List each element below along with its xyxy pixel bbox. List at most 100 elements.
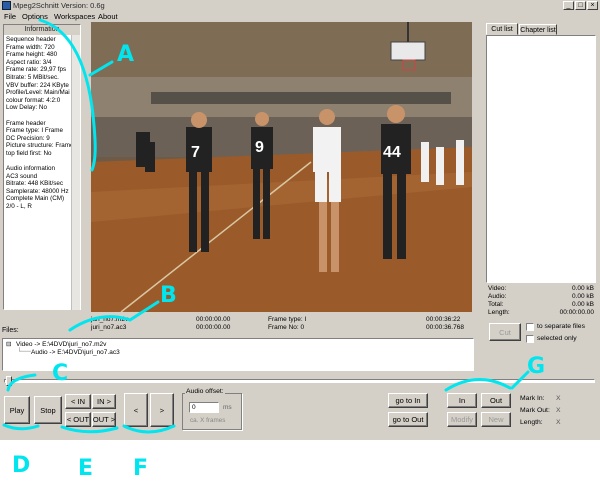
stat-value: 0.00 kB xyxy=(571,293,594,300)
video-preview: 7 9 44 xyxy=(91,22,472,312)
close-button[interactable]: × xyxy=(587,1,598,10)
prev-in-button[interactable]: < IN xyxy=(65,394,91,409)
stat-label: Length: xyxy=(488,309,510,316)
mark-row: Mark In: X xyxy=(520,393,580,405)
next-out-button[interactable]: OUT > xyxy=(92,412,116,427)
maximize-button[interactable]: □ xyxy=(575,1,586,10)
app-icon xyxy=(2,1,11,10)
mark-value: X xyxy=(556,395,561,402)
information-text: Sequence header Frame width: 720 Frame h… xyxy=(6,36,72,211)
set-in-button[interactable]: In xyxy=(447,393,477,408)
selected-only-checkbox[interactable] xyxy=(526,335,534,343)
info-line: Samplerate: 48000 Hz xyxy=(6,187,69,195)
stat-label: Video: xyxy=(488,285,507,292)
mark-label: Mark Out: xyxy=(520,407,550,414)
file-tree[interactable]: ⊟ Video -> E:\4DVD\juri_no7.m2v └── Audi… xyxy=(2,338,474,371)
stat-row: Video: 0.00 kB xyxy=(486,285,596,293)
go-to-out-button[interactable]: go to Out xyxy=(388,412,428,427)
info-line: Frame width: 720 xyxy=(6,43,55,51)
info-line: DC Precision: 9 xyxy=(6,134,50,142)
play-button[interactable]: Play xyxy=(4,396,30,424)
separate-files-checkbox[interactable] xyxy=(526,323,534,331)
new-button[interactable]: New xyxy=(481,412,511,427)
info-line: Frame type: I Frame xyxy=(6,127,64,135)
current-time: 00:00:00.00 xyxy=(196,316,231,323)
go-to-in-button[interactable]: go to In xyxy=(388,393,428,408)
total-length: 00:00:36:22 xyxy=(426,316,461,323)
frame-type: Frame type: I xyxy=(268,316,307,323)
info-line: Aspect ratio: 3/4 xyxy=(6,58,52,66)
menu-file[interactable]: File xyxy=(4,11,16,23)
audio-offset-unit: ms xyxy=(223,404,232,411)
info-line: 2/0 - L, R xyxy=(6,203,32,211)
info-line: Complete Main (CM) xyxy=(6,195,65,203)
info-line: top field first: No xyxy=(6,149,52,157)
video-filename: juri_no7.m2v xyxy=(91,316,129,323)
tree-connector-icon: └── xyxy=(17,348,31,355)
stop-button[interactable]: Stop xyxy=(34,396,62,424)
slider-track[interactable] xyxy=(4,379,595,383)
svg-text:9: 9 xyxy=(255,139,264,156)
stat-value: 0.00 kB xyxy=(571,285,594,292)
annotation-b: B xyxy=(160,283,177,308)
separate-files-label: to separate files xyxy=(537,323,585,330)
window-title: Mpeg2Schnitt Version: 0.6g xyxy=(13,1,105,10)
tree-expand-icon[interactable]: ⊟ xyxy=(6,340,11,349)
menu-options[interactable]: Options xyxy=(22,11,48,23)
cut-list-panel: Cut list Chapter list xyxy=(484,22,597,284)
info-line xyxy=(6,158,72,166)
information-panel: Information Sequence header Frame width:… xyxy=(3,24,81,310)
menu-workspaces[interactable]: Workspaces xyxy=(54,11,95,23)
cut-list[interactable] xyxy=(486,35,596,283)
stat-row: Length: 00:00:00.00 xyxy=(486,309,596,317)
total-length-2: 00:00:36.768 xyxy=(426,324,464,331)
prev-out-button[interactable]: < OUT xyxy=(65,412,91,427)
step-back-button[interactable]: < xyxy=(124,393,148,427)
mark-label: Mark In: xyxy=(520,395,545,402)
info-line: Low Delay: No xyxy=(6,104,47,112)
file-entry-audio[interactable]: Audio -> E:\4DVD\juri_no7.ac3 xyxy=(31,348,120,357)
video-frame-image: 7 9 44 xyxy=(91,22,472,312)
minimize-button[interactable]: _ xyxy=(563,1,574,10)
tab-chapter-list[interactable]: Chapter list xyxy=(519,24,557,35)
modify-button[interactable]: Modify xyxy=(447,412,477,427)
info-line: Picture structure: Frame xyxy=(6,142,72,150)
svg-text:7: 7 xyxy=(191,144,200,161)
audio-offset-input[interactable]: 0 xyxy=(189,402,219,413)
step-forward-button[interactable]: > xyxy=(150,393,174,427)
stat-value: 00:00:00.00 xyxy=(559,309,594,316)
mark-info: Mark In: X Mark Out: X Length: X xyxy=(520,393,580,429)
stat-label: Total: xyxy=(488,301,504,308)
size-stats: Video: 0.00 kB Audio: 0.00 kB Total: 0.00 k… xyxy=(486,285,596,317)
annotation-c: C xyxy=(52,361,69,386)
selected-only-label: selected only xyxy=(537,335,577,342)
position-slider[interactable] xyxy=(4,376,595,386)
info-line: AC3 sound xyxy=(6,172,38,180)
slider-thumb[interactable] xyxy=(6,376,12,386)
app-window: Mpeg2Schnitt Version: 0.6g _ □ × File Op… xyxy=(0,0,600,440)
mark-value: X xyxy=(556,419,561,426)
info-line: Bitrate: 5 MBit/sec. xyxy=(6,73,59,81)
set-out-button[interactable]: Out xyxy=(481,393,511,408)
info-scrollbar[interactable] xyxy=(71,35,80,310)
next-in-button[interactable]: IN > xyxy=(92,394,116,409)
svg-text:44: 44 xyxy=(383,144,401,161)
info-line: Sequence header xyxy=(6,36,56,43)
mark-value: X xyxy=(556,407,561,414)
mark-label: Length: xyxy=(520,419,543,426)
frame-number: Frame No: 0 xyxy=(268,324,305,331)
cut-button[interactable]: Cut xyxy=(489,323,521,341)
info-line: Bitrate: 448 KBit/sec xyxy=(6,180,64,188)
stat-label: Audio: xyxy=(488,293,507,300)
info-line xyxy=(6,112,72,120)
info-line: Frame header xyxy=(6,119,46,127)
tab-cut-list[interactable]: Cut list xyxy=(486,23,518,35)
frame-info-bar: juri_no7.m2v juri_no7.ac3 00:00:00.00 00… xyxy=(91,314,472,334)
current-time-2: 00:00:00.00 xyxy=(196,324,231,331)
annotation-f: F xyxy=(133,456,149,481)
info-line: VBV buffer: 224 KByte xyxy=(6,81,69,89)
annotation-a: A xyxy=(117,42,135,67)
stat-row: Audio: 0.00 kB xyxy=(486,293,596,301)
audio-offset-frames: ca. X frames xyxy=(190,417,226,424)
info-line: Audio information xyxy=(6,165,56,173)
